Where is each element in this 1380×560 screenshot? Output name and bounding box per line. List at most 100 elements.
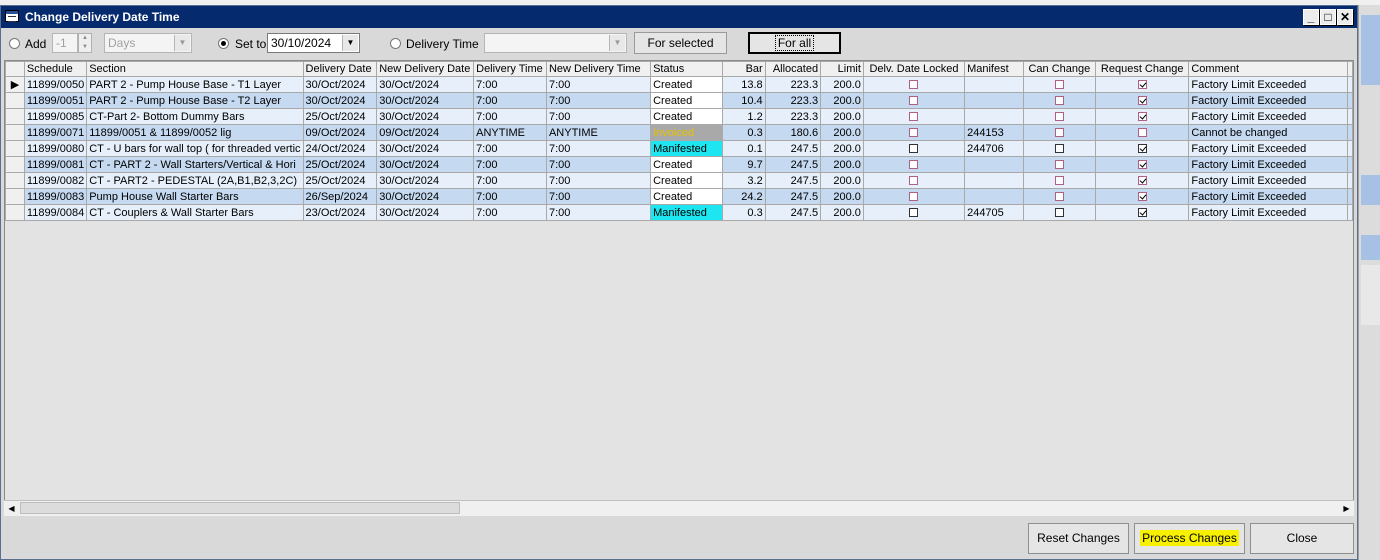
row-indicator[interactable] (5, 140, 25, 157)
request-change-checkbox[interactable] (1137, 176, 1147, 186)
scrollbar-thumb[interactable] (20, 502, 460, 514)
cell-schedule[interactable]: 11899/0083 (23, 188, 88, 205)
cell-delivery-date[interactable]: 26/Sep/2024 (302, 188, 378, 205)
scroll-right-icon[interactable]: ▶ (1339, 501, 1354, 516)
row-indicator[interactable] (5, 124, 25, 141)
cell-status[interactable]: Invoiced (650, 124, 723, 141)
column-header-section[interactable]: Section (86, 61, 304, 77)
cell-new-delivery-date[interactable]: 30/Oct/2024 (376, 188, 475, 205)
cell-delv-date-locked[interactable] (862, 140, 966, 157)
cell-new-delivery-date[interactable]: 30/Oct/2024 (376, 172, 475, 189)
cell-schedule[interactable]: 11899/0051 (23, 92, 88, 109)
table-row[interactable]: 11899/0082 CT - PART2 - PEDESTAL (2A,B1,B… (5, 172, 1353, 189)
cell-comment[interactable]: Factory Limit Exceeded (1188, 188, 1348, 205)
cell-allocated[interactable]: 247.5 (764, 172, 822, 189)
cell-bar[interactable]: 10.4 (721, 92, 766, 109)
minimize-button[interactable]: _ (1303, 9, 1319, 25)
maximize-button[interactable]: □ (1320, 9, 1336, 25)
cell-delivery-date[interactable]: 24/Oct/2024 (302, 140, 378, 157)
cell-manifest[interactable] (964, 172, 1024, 189)
cell-allocated[interactable]: 223.3 (764, 92, 822, 109)
cell-schedule[interactable]: 11899/0082 (23, 172, 88, 189)
cell-manifest[interactable]: 244705 (964, 204, 1024, 221)
cell-request-change[interactable] (1095, 108, 1190, 125)
cell-bar[interactable]: 3.2 (721, 172, 766, 189)
request-change-checkbox[interactable] (1137, 160, 1147, 170)
column-header-delv-date-locked[interactable]: Delv. Date Locked (862, 61, 966, 77)
column-header-delivery-date[interactable]: Delivery Date (302, 61, 378, 77)
cell-delv-date-locked[interactable] (862, 92, 966, 109)
cell-manifest[interactable] (964, 92, 1024, 109)
cell-schedule[interactable]: 11899/0085 (23, 108, 88, 125)
chevron-down-icon[interactable]: ▼ (174, 35, 190, 51)
title-bar[interactable]: Change Delivery Date Time _ □ ✕ (1, 6, 1357, 28)
cell-comment[interactable]: Factory Limit Exceeded (1188, 204, 1348, 221)
cell-can-change[interactable] (1022, 140, 1097, 157)
table-row[interactable]: 11899/0084 CT - Couplers & Wall Starter B… (5, 204, 1353, 221)
cell-new-delivery-date[interactable]: 09/Oct/2024 (376, 124, 475, 141)
cell-status[interactable]: Manifested (650, 204, 723, 221)
add-amount-spinner[interactable]: ▲ ▼ (78, 33, 92, 53)
cell-new-delivery-time[interactable]: 7:00 (545, 204, 652, 221)
cell-new-delivery-time[interactable]: 7:00 (545, 92, 652, 109)
cell-request-change[interactable] (1095, 156, 1190, 173)
cell-allocated[interactable]: 180.6 (764, 124, 822, 141)
cell-new-delivery-time[interactable]: 7:00 (545, 108, 652, 125)
cell-section[interactable]: CT-Part 2- Bottom Dummy Bars (86, 108, 304, 125)
delv-date-locked-checkbox[interactable] (909, 160, 919, 170)
cell-section[interactable]: 11899/0051 & 11899/0052 lig (86, 124, 304, 141)
cell-delv-date-locked[interactable] (862, 108, 966, 125)
cell-section[interactable]: CT - U bars for wall top ( for threaded … (86, 140, 304, 157)
row-indicator[interactable] (5, 108, 25, 125)
close-window-button[interactable]: ✕ (1337, 9, 1353, 25)
cell-bar[interactable]: 9.7 (721, 156, 766, 173)
cell-delv-date-locked[interactable] (862, 124, 966, 141)
cell-manifest[interactable] (964, 188, 1024, 205)
for-selected-button[interactable]: For selected (634, 32, 727, 54)
cell-new-delivery-date[interactable]: 30/Oct/2024 (376, 140, 475, 157)
cell-status[interactable]: Created (650, 76, 723, 93)
horizontal-scrollbar[interactable]: ◀ ▶ (4, 500, 1354, 516)
cell-can-change[interactable] (1022, 172, 1097, 189)
cell-limit[interactable]: 200.0 (820, 172, 864, 189)
column-header-schedule[interactable]: Schedule (23, 61, 88, 77)
cell-limit[interactable]: 200.0 (820, 188, 864, 205)
cell-delivery-date[interactable]: 25/Oct/2024 (302, 108, 378, 125)
cell-schedule[interactable]: 11899/0084 (23, 204, 88, 221)
cell-bar[interactable]: 13.8 (721, 76, 766, 93)
cell-can-change[interactable] (1022, 76, 1097, 93)
cell-delivery-date[interactable]: 09/Oct/2024 (302, 124, 378, 141)
cell-comment[interactable]: Factory Limit Exceeded (1188, 156, 1348, 173)
cell-new-delivery-date[interactable]: 30/Oct/2024 (376, 92, 475, 109)
request-change-checkbox[interactable] (1137, 192, 1147, 202)
cell-limit[interactable]: 200.0 (820, 204, 864, 221)
cell-manifest[interactable] (964, 76, 1024, 93)
cell-delivery-date[interactable]: 30/Oct/2024 (302, 92, 378, 109)
cell-section[interactable]: Pump House Wall Starter Bars (86, 188, 304, 205)
column-header-new-delivery-time[interactable]: New Delivery Time (545, 61, 652, 77)
request-change-checkbox[interactable] (1137, 208, 1147, 218)
cell-new-delivery-time[interactable]: ANYTIME (545, 124, 652, 141)
table-row[interactable]: 11899/0080 CT - U bars for wall top ( for… (5, 140, 1353, 157)
process-changes-button[interactable]: Process Changes (1134, 523, 1245, 554)
delv-date-locked-checkbox[interactable] (909, 128, 919, 138)
cell-delv-date-locked[interactable] (862, 172, 966, 189)
cell-delivery-time[interactable]: 7:00 (473, 156, 547, 173)
cell-bar[interactable]: 0.3 (721, 204, 766, 221)
request-change-checkbox[interactable] (1137, 112, 1147, 122)
column-header-comment[interactable]: Comment (1188, 61, 1348, 77)
setto-radio[interactable] (218, 38, 229, 49)
can-change-checkbox[interactable] (1054, 208, 1064, 218)
cell-request-change[interactable] (1095, 76, 1190, 93)
cell-limit[interactable]: 200.0 (820, 76, 864, 93)
cell-section[interactable]: CT - PART2 - PEDESTAL (2A,B1,B2,3,2C) (86, 172, 304, 189)
cell-delv-date-locked[interactable] (862, 204, 966, 221)
cell-request-change[interactable] (1095, 188, 1190, 205)
chevron-down-icon[interactable]: ▼ (609, 35, 625, 51)
column-header-delivery-time[interactable]: Delivery Time (473, 61, 547, 77)
request-change-checkbox[interactable] (1137, 96, 1147, 106)
cell-comment[interactable]: Factory Limit Exceeded (1188, 140, 1348, 157)
cell-request-change[interactable] (1095, 140, 1190, 157)
cell-comment[interactable]: Factory Limit Exceeded (1188, 92, 1348, 109)
table-row[interactable]: 11899/0071 11899/0051 & 11899/0052 lig 09/… (5, 124, 1353, 141)
